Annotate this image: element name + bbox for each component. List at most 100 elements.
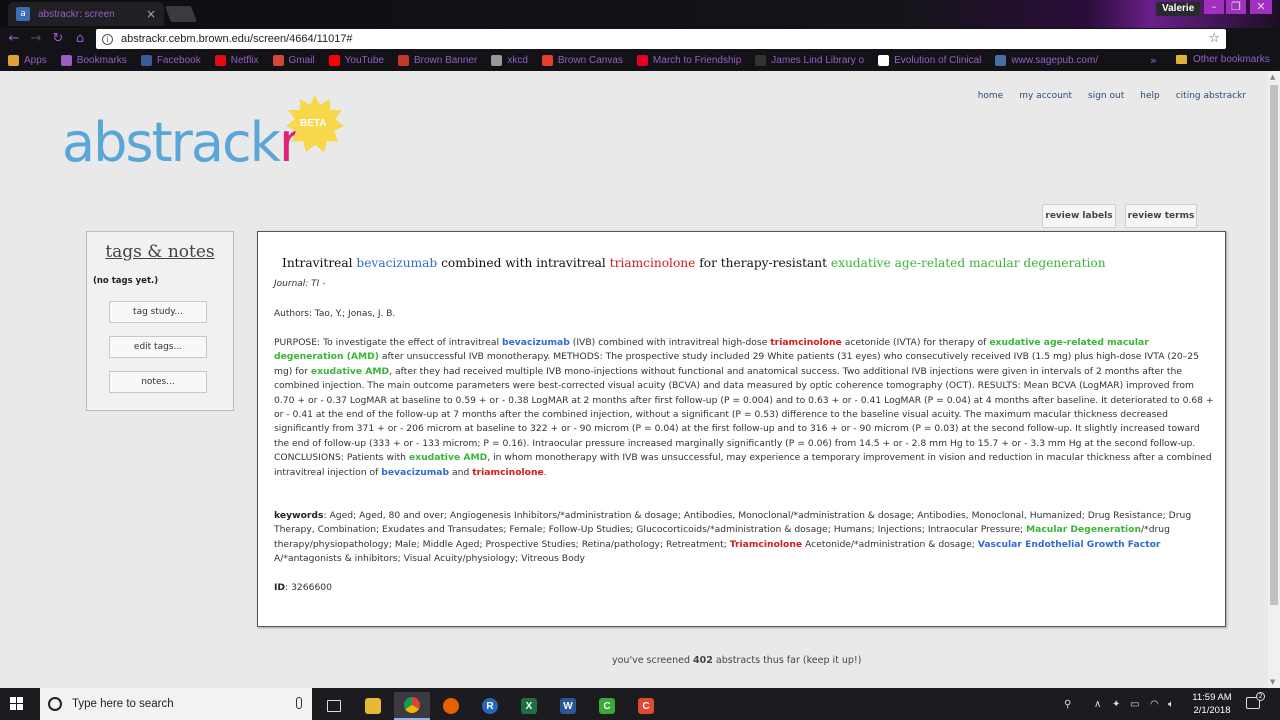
- url-field[interactable]: i abstrackr.cebm.brown.edu/screen/4664/1…: [96, 29, 1226, 49]
- screened-count: 402: [693, 655, 713, 666]
- chrome-icon[interactable]: [394, 692, 430, 720]
- tag-study-button[interactable]: tag study...: [109, 301, 207, 323]
- brown-shield-icon: [397, 55, 409, 66]
- netflix-icon: [214, 55, 226, 66]
- other-bookmarks[interactable]: Other bookmarks: [1176, 54, 1270, 65]
- bookmark-item[interactable]: Evolution of Clinical: [878, 55, 981, 66]
- nav-help[interactable]: help: [1140, 91, 1159, 101]
- profile-name[interactable]: Valerie: [1156, 2, 1201, 16]
- beta-label: BETA: [300, 118, 327, 129]
- bookmark-item[interactable]: Brown Canvas: [541, 55, 623, 66]
- minimize-icon[interactable]: –: [1204, 0, 1224, 14]
- term-highlight: exudative age-related macular degenerati…: [830, 256, 1106, 270]
- windows-start-icon[interactable]: [10, 697, 24, 711]
- site-info-icon[interactable]: i: [102, 33, 113, 45]
- body-text: .: [543, 466, 547, 478]
- bookmark-item[interactable]: YouTube: [328, 55, 384, 66]
- back-arrow-icon[interactable]: ←: [6, 31, 22, 47]
- bookmark-item[interactable]: xkcd: [491, 55, 528, 66]
- reload-icon[interactable]: ↻: [50, 31, 66, 47]
- new-tab-button[interactable]: [165, 6, 197, 22]
- system-clock[interactable]: 11:59 AM 2/1/2018: [1186, 691, 1238, 717]
- tab-title: abstrackr: screen: [38, 8, 115, 20]
- firefox-icon[interactable]: [433, 692, 469, 720]
- term-highlight: triamcinolone: [770, 337, 842, 348]
- bookmark-item[interactable]: Brown Banner: [397, 55, 478, 66]
- word-icon[interactable]: W: [550, 692, 586, 720]
- more-bookmarks-chevron-icon[interactable]: »: [1150, 54, 1157, 67]
- bookmark-label: Netflix: [230, 55, 259, 66]
- review-labels-button[interactable]: review labels: [1042, 204, 1116, 228]
- bookmark-label: www.sagepub.com/: [1011, 55, 1099, 66]
- bookmark-item[interactable]: Gmail: [272, 55, 315, 66]
- bookmark-label: Brown Canvas: [557, 55, 623, 66]
- battery-icon[interactable]: ▭: [1130, 688, 1139, 720]
- facebook-icon: [140, 55, 152, 66]
- close-window-icon[interactable]: ✕: [1250, 0, 1272, 14]
- wifi-icon[interactable]: ◠: [1150, 688, 1159, 720]
- scroll-down-icon[interactable]: ▼: [1270, 678, 1275, 686]
- canvas-icon: [541, 55, 553, 66]
- sage-icon: [995, 55, 1007, 66]
- bookmark-label: YouTube: [344, 55, 384, 66]
- people-icon[interactable]: ⚲: [1064, 688, 1071, 720]
- page-scrollbar[interactable]: ▲ ▼: [1268, 71, 1280, 688]
- review-terms-button[interactable]: review terms: [1125, 204, 1197, 228]
- term-highlight: Triamcinolone: [729, 538, 803, 550]
- term-highlight: triamcinolone: [609, 256, 696, 270]
- bookmark-item[interactable]: Facebook: [140, 55, 201, 66]
- bookmark-item[interactable]: www.sagepub.com/: [995, 55, 1098, 66]
- scrollbar-thumb[interactable]: [1270, 85, 1278, 605]
- notes-button[interactable]: notes...: [109, 371, 207, 393]
- nav-home[interactable]: home: [978, 91, 1004, 101]
- clock-time: 11:59 AM: [1192, 692, 1232, 703]
- bookmark-label: xkcd: [507, 55, 528, 66]
- browser-tab[interactable]: a abstrackr: screen ×: [8, 2, 164, 26]
- excel-icon[interactable]: X: [511, 692, 547, 720]
- page-content: home my account sign out help citing abs…: [0, 71, 1268, 688]
- nav-sign-out[interactable]: sign out: [1088, 91, 1124, 101]
- taskbar-search-input[interactable]: Type here to search: [40, 688, 312, 720]
- bookmark-item[interactable]: James Lind Library o: [755, 55, 864, 66]
- task-view-icon[interactable]: [316, 692, 352, 720]
- body-text: (IVB) combined with intravitreal high-do…: [569, 337, 771, 348]
- scroll-up-icon[interactable]: ▲: [1270, 73, 1275, 81]
- abstract-id: ID: 3266600: [274, 582, 332, 593]
- bookmark-item[interactable]: Netflix: [214, 55, 259, 66]
- tab-close-icon[interactable]: ×: [146, 7, 156, 21]
- clock-date: 2/1/2018: [1193, 705, 1231, 716]
- file-explorer-icon[interactable]: [355, 692, 391, 720]
- bookmark-item[interactable]: Bookmarks: [60, 55, 127, 66]
- no-tags-text: (no tags yet.): [93, 276, 159, 286]
- term-highlight: bevacizumab: [356, 256, 438, 270]
- home-icon[interactable]: ⌂: [72, 31, 88, 47]
- bookmark-item[interactable]: Apps: [8, 55, 47, 66]
- r-icon[interactable]: R: [472, 692, 508, 720]
- bookmark-label: Facebook: [156, 55, 201, 66]
- tray-chevron-icon[interactable]: ∧: [1094, 688, 1101, 720]
- keywords-label: keywords: [274, 510, 324, 521]
- other-bookmarks-label: Other bookmarks: [1193, 54, 1270, 65]
- maximize-icon[interactable]: ❐: [1226, 0, 1246, 14]
- microphone-icon[interactable]: [296, 697, 302, 709]
- term-highlight: bevacizumab: [381, 466, 450, 478]
- folder-icon: [1176, 55, 1187, 64]
- volume-icon[interactable]: 🔈︎: [1168, 688, 1174, 720]
- authors-line: Authors: Tao, Y.; Jonas, J. B.: [274, 309, 396, 319]
- bookmark-star-icon[interactable]: ☆: [1208, 31, 1220, 46]
- nav-my-account[interactable]: my account: [1019, 91, 1072, 101]
- logo-text: abstrack: [62, 111, 281, 174]
- tags-notes-panel: tags & notes (no tags yet.) tag study...…: [86, 231, 234, 411]
- bookmark-item[interactable]: March to Friendship: [636, 55, 741, 66]
- bookmark-label: Brown Banner: [413, 55, 478, 66]
- dropbox-icon[interactable]: ✦: [1112, 688, 1120, 720]
- title-text: for therapy-resistant: [695, 256, 831, 270]
- edit-tags-button[interactable]: edit tags...: [109, 336, 207, 358]
- abstract-panel: Intravitreal bevacizumab combined with i…: [257, 231, 1226, 627]
- camtasia-icon[interactable]: C: [589, 692, 625, 720]
- nav-citing-abstrackr[interactable]: citing abstrackr: [1176, 91, 1246, 101]
- abstrackr-logo[interactable]: abstrackr: [62, 111, 301, 174]
- address-bar-row: ← → ↻ ⌂ i abstrackr.cebm.brown.edu/scree…: [0, 28, 1280, 73]
- recorder-icon[interactable]: C: [628, 692, 664, 720]
- forward-arrow-icon[interactable]: →: [28, 31, 44, 47]
